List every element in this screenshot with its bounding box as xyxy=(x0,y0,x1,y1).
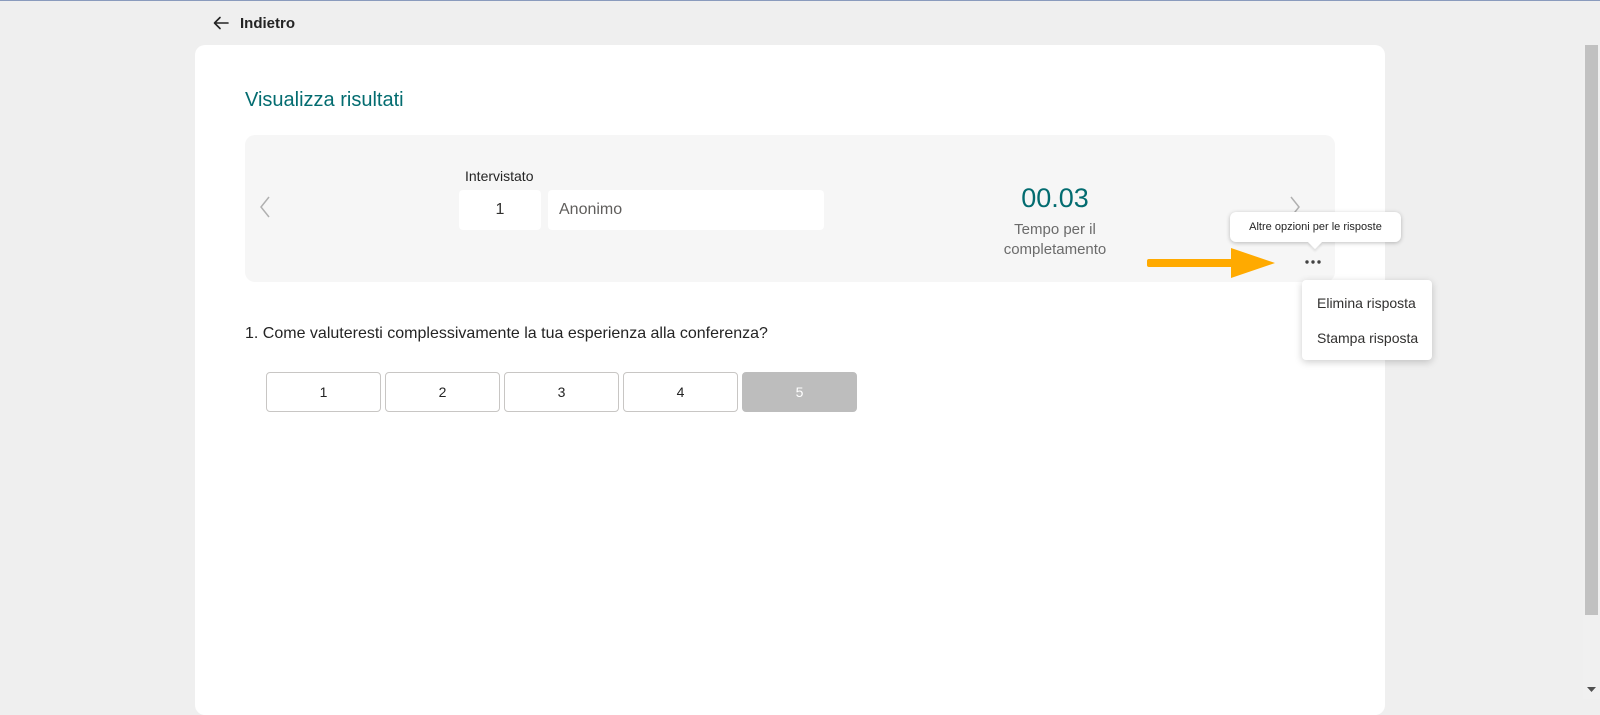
more-options-menu: Elimina risposta Stampa risposta xyxy=(1302,280,1432,360)
rating-option-3[interactable]: 3 xyxy=(504,372,619,412)
back-label: Indietro xyxy=(240,14,295,32)
rating-option-1[interactable]: 1 xyxy=(266,372,381,412)
rating-options: 1 2 3 4 5 xyxy=(266,372,857,412)
respondent-number-field[interactable]: 1 xyxy=(459,190,541,230)
menu-item-delete-response[interactable]: Elimina risposta xyxy=(1302,285,1432,320)
scrollbar-thumb[interactable] xyxy=(1585,45,1598,615)
completion-time-label: Tempo per il completamento xyxy=(1003,221,1107,258)
respondent-name-field: Anonimo xyxy=(548,190,824,230)
previous-response-button[interactable] xyxy=(255,191,275,223)
menu-item-print-response[interactable]: Stampa risposta xyxy=(1302,320,1432,355)
more-options-button[interactable] xyxy=(1302,255,1324,269)
back-arrow-icon xyxy=(213,16,229,30)
rating-option-5[interactable]: 5 xyxy=(742,372,857,412)
scroll-down-arrow-icon xyxy=(1587,687,1596,692)
chevron-left-icon xyxy=(260,196,270,218)
page-title: Visualizza risultati xyxy=(245,89,404,111)
scroll-down-button[interactable] xyxy=(1585,684,1598,696)
results-card: Visualizza risultati Intervistato 1 Anon… xyxy=(195,45,1385,715)
rating-option-2[interactable]: 2 xyxy=(385,372,500,412)
pointer-arrow-icon xyxy=(1147,248,1275,278)
back-button[interactable]: Indietro xyxy=(212,14,295,32)
rating-option-4[interactable]: 4 xyxy=(623,372,738,412)
completion-time-value: 00.03 xyxy=(1021,183,1089,213)
respondent-label: Intervistato xyxy=(465,168,534,184)
window-top-border xyxy=(0,0,1600,1)
more-options-tooltip: Altre opzioni per le risposte xyxy=(1230,212,1401,242)
question-text: 1. Come valuteresti complessivamente la … xyxy=(245,325,768,342)
more-options-icon xyxy=(1305,260,1321,264)
